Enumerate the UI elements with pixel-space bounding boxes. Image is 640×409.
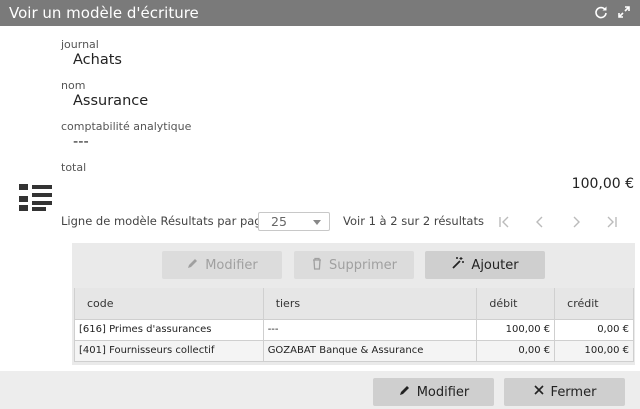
cell-code: [401] Fournisseurs collectif	[74, 339, 264, 362]
nom-label: nom	[61, 79, 86, 92]
column-header-debit[interactable]: débit	[476, 288, 556, 319]
analytique-label: comptabilité analytique	[61, 120, 192, 133]
prev-page-icon[interactable]	[533, 214, 547, 228]
modifier-label: Modifier	[416, 384, 470, 400]
list-icon	[19, 184, 52, 215]
column-header-credit[interactable]: crédit	[554, 288, 634, 319]
pager-label: Ligne de modèle Résultats par page	[61, 214, 269, 228]
cell-credit: 0,00 €	[554, 318, 634, 341]
grid-modifier-button[interactable]: Modifier	[162, 251, 282, 279]
page-size-select[interactable]: 25	[258, 212, 330, 231]
journal-label: journal	[61, 38, 99, 51]
grid-modifier-label: Modifier	[205, 257, 258, 273]
cell-code: [616] Primes d'assurances	[74, 318, 264, 341]
pencil-icon	[398, 384, 411, 401]
expand-icon[interactable]	[616, 4, 632, 20]
cell-debit: 100,00 €	[476, 318, 556, 341]
close-icon	[533, 384, 545, 400]
total-label: total	[61, 161, 87, 174]
magic-wand-icon	[451, 256, 465, 274]
grid-supprimer-button[interactable]: Supprimer	[294, 251, 414, 279]
refresh-icon[interactable]	[593, 4, 609, 20]
journal-value: Achats	[73, 52, 122, 68]
pencil-icon	[186, 257, 199, 274]
entries-table: code tiers débit crédit [616] Primes d'a…	[74, 288, 634, 362]
grid-supprimer-label: Supprimer	[329, 257, 397, 273]
grid-ajouter-button[interactable]: Ajouter	[425, 251, 545, 279]
analytique-value: ---	[73, 134, 89, 150]
page-size-value: 25	[271, 214, 287, 229]
cell-tiers: ---	[262, 318, 478, 341]
column-header-tiers[interactable]: tiers	[262, 288, 478, 319]
grid-ajouter-label: Ajouter	[471, 257, 519, 273]
cell-debit: 0,00 €	[476, 339, 556, 362]
chevron-down-icon	[313, 220, 321, 225]
last-page-icon[interactable]	[605, 214, 619, 228]
window-titlebar: Voir un modèle d'écriture	[0, 0, 640, 26]
total-value: 100,00 €	[571, 176, 634, 192]
cell-credit: 100,00 €	[554, 339, 634, 362]
nom-value: Assurance	[73, 93, 149, 109]
window-title: Voir un modèle d'écriture	[9, 4, 199, 22]
fermer-button[interactable]: Fermer	[504, 378, 625, 406]
table-row[interactable]: [401] Fournisseurs collectif GOZABAT Ban…	[74, 339, 634, 362]
trash-icon	[311, 257, 323, 274]
modifier-button[interactable]: Modifier	[373, 378, 494, 406]
cell-tiers: GOZABAT Banque & Assurance	[262, 339, 478, 362]
pager-range: Voir 1 à 2 sur 2 résultats	[343, 214, 484, 228]
table-header-row: code tiers débit crédit	[74, 288, 634, 319]
column-header-code[interactable]: code	[74, 288, 264, 319]
next-page-icon[interactable]	[569, 214, 583, 228]
first-page-icon[interactable]	[497, 214, 511, 228]
fermer-label: Fermer	[550, 384, 597, 400]
table-row[interactable]: [616] Primes d'assurances --- 100,00 € 0…	[74, 318, 634, 341]
